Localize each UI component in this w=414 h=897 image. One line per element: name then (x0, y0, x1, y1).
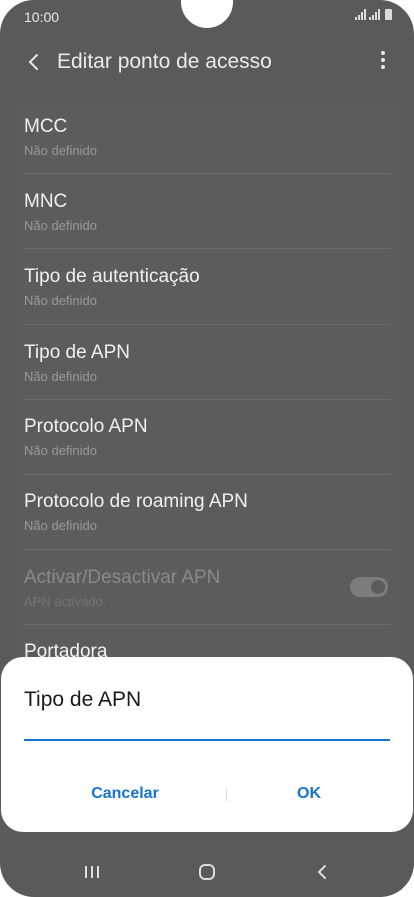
navigation-bar (0, 848, 414, 897)
ok-button[interactable]: OK (219, 779, 399, 809)
setting-value: APN activado. (24, 594, 107, 609)
back-icon[interactable] (307, 860, 337, 884)
setting-apn-type[interactable]: Tipo de APN Não definido (24, 342, 390, 384)
battery-icon (385, 9, 392, 20)
setting-auth-type[interactable]: Tipo de autenticação Não definido (24, 266, 390, 308)
signal-icon (355, 9, 366, 20)
signal-icon-2 (369, 9, 380, 20)
divider (24, 399, 390, 400)
more-vertical-icon[interactable] (376, 51, 390, 73)
divider (24, 173, 390, 174)
app-bar: Editar ponto de acesso (0, 34, 414, 94)
divider (24, 324, 390, 325)
toggle-knob (369, 578, 387, 596)
setting-value: Não definido (24, 293, 97, 308)
recent-apps-icon[interactable] (77, 860, 107, 884)
divider (24, 624, 390, 625)
setting-value: Não definido (24, 369, 97, 384)
apn-type-dialog: Tipo de APN Cancelar OK (1, 657, 413, 832)
setting-mcc[interactable]: MCC Não definido (24, 116, 390, 158)
status-icons (355, 9, 392, 20)
divider (24, 549, 390, 550)
phone-screen: 10:00 Editar ponto de acesso MCC Não def… (0, 0, 414, 897)
setting-apn-protocol[interactable]: Protocolo APN Não definido (24, 416, 390, 458)
setting-title: Activar/Desactivar APN (24, 567, 221, 588)
setting-roaming-protocol[interactable]: Protocolo de roaming APN Não definido (24, 491, 390, 533)
apn-enable-toggle (350, 577, 388, 597)
setting-title: Protocolo de roaming APN (24, 491, 248, 512)
page-title: Editar ponto de acesso (57, 50, 272, 73)
setting-title: MNC (24, 191, 68, 212)
divider (24, 248, 390, 249)
chevron-left-icon[interactable] (22, 50, 46, 74)
setting-title: Tipo de autenticação (24, 266, 200, 287)
setting-value: Não definido (24, 518, 97, 533)
setting-mnc[interactable]: MNC Não definido (24, 191, 390, 233)
setting-title: Tipo de APN (24, 342, 130, 363)
setting-value: Não definido (24, 218, 97, 233)
setting-title: Protocolo APN (24, 416, 148, 437)
dialog-title: Tipo de APN (24, 688, 142, 711)
setting-value: Não definido (24, 143, 97, 158)
home-icon[interactable] (192, 860, 222, 884)
apn-type-input[interactable] (24, 719, 390, 741)
divider (24, 474, 390, 475)
setting-value: Não definido (24, 443, 97, 458)
status-time: 10:00 (24, 9, 60, 25)
cancel-button[interactable]: Cancelar (35, 779, 215, 809)
setting-apn-enable: Activar/Desactivar APN APN activado. (24, 567, 390, 609)
setting-title: MCC (24, 116, 68, 137)
